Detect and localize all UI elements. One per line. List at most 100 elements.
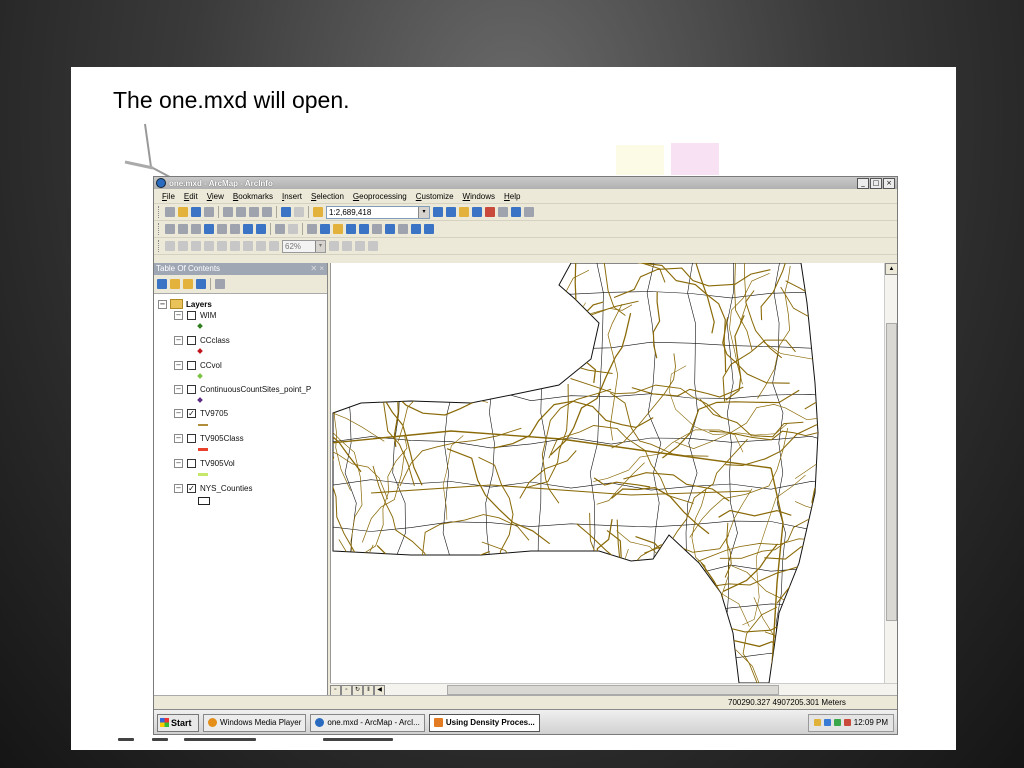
open-folder-icon[interactable] [178,207,188,217]
copy-icon[interactable] [236,207,246,217]
cut-icon[interactable] [223,207,233,217]
clear-selection-icon[interactable] [288,224,298,234]
fixed-zoom-out-layout-icon[interactable] [243,241,253,251]
fixed-zoom-out-icon[interactable] [230,224,240,234]
go-forward-extent-icon[interactable] [269,241,279,251]
collapse-icon[interactable]: − [174,361,183,370]
start-button[interactable]: Start [157,713,199,732]
forward-extent-icon[interactable] [256,224,266,234]
zoom-out-icon[interactable] [178,224,188,234]
menu-help[interactable]: Help [504,192,520,201]
layer-ccvol[interactable]: − CCvol [174,361,222,370]
tray-icon[interactable] [823,719,831,726]
minimize-button[interactable]: _ [857,177,869,189]
focus-data-frame-icon[interactable] [342,241,352,251]
collapse-icon[interactable]: − [174,385,183,394]
go-back-extent-icon[interactable] [256,241,266,251]
tray-icon[interactable] [813,719,821,726]
zoom-in-icon[interactable] [165,224,175,234]
tray-icon[interactable] [833,719,841,726]
maximize-button[interactable]: □ [870,177,882,189]
pan-icon[interactable] [191,224,201,234]
add-data-icon[interactable] [313,207,323,217]
paste-icon[interactable] [249,207,259,217]
layer-tv905class[interactable]: − TV905Class [174,434,244,443]
model-builder-icon[interactable] [511,207,521,217]
map-view[interactable] [330,263,885,683]
collapse-icon[interactable]: − [174,409,183,418]
close-button[interactable]: × [883,177,895,189]
menu-customize[interactable]: Customize [416,192,454,201]
chevron-down-icon[interactable]: ▾ [315,240,325,252]
layer-visibility-checkbox[interactable] [187,361,196,370]
find-icon[interactable] [372,224,382,234]
task-arcmap[interactable]: one.mxd - ArcMap - ArcI... [310,713,425,732]
print-icon[interactable] [204,207,214,217]
scroll-thumb[interactable] [447,685,779,695]
layer-visibility-checkbox[interactable] [187,311,196,320]
python-window-icon[interactable] [498,207,508,217]
refresh-icon[interactable]: ↻ [352,684,363,696]
html-popup-icon[interactable] [346,224,356,234]
measure-icon[interactable] [359,224,369,234]
toolbar-grip[interactable] [158,240,162,252]
hyperlink-icon[interactable] [333,224,343,234]
menu-insert[interactable]: Insert [282,192,302,201]
scroll-left-arrow-icon[interactable]: ◀ [374,684,385,696]
arctoolbox-icon[interactable] [485,207,495,217]
table-of-contents-icon[interactable] [446,207,456,217]
toc-options-icon[interactable] [215,279,225,289]
tray-icon[interactable] [843,719,851,726]
chevron-down-icon[interactable]: ▾ [418,206,429,218]
task-windows-media-player[interactable]: Windows Media Player [203,713,307,732]
toc-header[interactable]: Table Of Contents ✕ × [154,263,327,275]
menu-bookmarks[interactable]: Bookmarks [233,192,273,201]
collapse-icon[interactable]: − [158,299,167,309]
collapse-icon[interactable]: − [174,434,183,443]
layout-view-button-icon[interactable]: ▫ [341,684,352,696]
editor-toolbar-icon[interactable] [433,207,443,217]
identify-icon[interactable] [320,224,330,234]
list-by-visibility-icon[interactable] [183,279,193,289]
layout-zoom-select[interactable]: 62% ▾ [282,239,326,253]
toolbar-grip[interactable] [158,223,162,235]
change-layout-icon[interactable] [355,241,365,251]
layout-zoom-in-icon[interactable] [165,241,175,251]
task-powerpoint[interactable]: Using Density Proces... [428,713,540,732]
layer-visibility-checkbox[interactable]: ✓ [187,409,196,418]
layer-tv905vol[interactable]: − TV905Vol [174,459,235,468]
list-by-selection-icon[interactable] [196,279,206,289]
scroll-up-arrow-icon[interactable]: ▲ [885,263,897,275]
search-window-icon[interactable] [472,207,482,217]
fixed-zoom-in-layout-icon[interactable] [230,241,240,251]
back-extent-icon[interactable] [243,224,253,234]
layer-tv9705[interactable]: − ✓ TV9705 [174,409,228,418]
select-features-icon[interactable] [275,224,285,234]
menu-view[interactable]: View [207,192,224,201]
menu-edit[interactable]: Edit [184,192,198,201]
save-icon[interactable] [191,207,201,217]
toggle-draft-mode-icon[interactable] [329,241,339,251]
layer-visibility-checkbox[interactable] [187,336,196,345]
new-york-state-map[interactable] [331,263,885,683]
menu-geoprocessing[interactable]: Geoprocessing [353,192,407,201]
find-route-icon[interactable] [385,224,395,234]
layer-visibility-checkbox[interactable]: ✓ [187,484,196,493]
map-vertical-scrollbar[interactable]: ▲ [884,263,897,683]
layers-data-frame[interactable]: − Layers [158,299,212,309]
layer-nys-counties[interactable]: − ✓ NYS_Counties [174,484,252,493]
layer-continuous-count-sites[interactable]: − ContinuousCountSites_point_P [174,385,311,394]
list-by-source-icon[interactable] [170,279,180,289]
menu-file[interactable]: File [162,192,175,201]
fixed-zoom-in-icon[interactable] [217,224,227,234]
map-scale-select[interactable]: 1:2,689,418 ▾ [326,205,430,219]
layout-zoom-out-icon[interactable] [178,241,188,251]
whats-this-help-icon[interactable] [524,207,534,217]
time-slider-icon[interactable] [411,224,421,234]
clock[interactable]: 12:09 PM [854,718,888,727]
scroll-thumb[interactable] [886,323,897,621]
go-to-xy-icon[interactable] [398,224,408,234]
undo-icon[interactable] [281,207,291,217]
catalog-window-icon[interactable] [459,207,469,217]
layer-wim[interactable]: − WIM [174,311,216,320]
